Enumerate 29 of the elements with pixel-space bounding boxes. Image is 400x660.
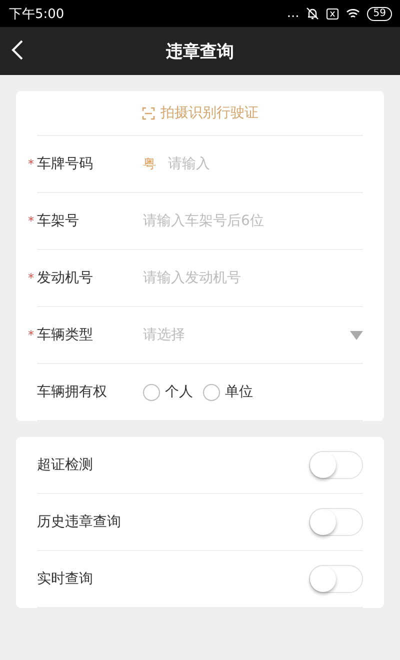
toggle-label: 实时查询 [37, 570, 93, 588]
toggle-label: 历史违章查询 [37, 513, 121, 531]
bell-off-icon [306, 7, 320, 20]
field-label: 车牌号码 [37, 155, 94, 173]
field-label: 发动机号 [37, 269, 94, 287]
page-title: 违章查询 [166, 40, 234, 62]
required-mark: * [28, 328, 34, 342]
field-label: 车架号 [37, 212, 80, 230]
toggle-switch[interactable] [309, 508, 363, 536]
status-time: 下午5:00 [9, 6, 64, 22]
wifi-icon [346, 8, 360, 19]
field-label: 车辆拥有权 [37, 383, 108, 401]
radio-option[interactable]: 个人 [143, 383, 193, 401]
required-mark: * [28, 157, 34, 171]
sim-icon [326, 8, 340, 20]
toggle-label: 超证检测 [37, 456, 93, 474]
required-mark: * [28, 214, 34, 228]
toggle-switch[interactable] [309, 451, 363, 479]
required-mark: * [28, 271, 34, 285]
scan-icon [142, 106, 154, 120]
toggle-switch[interactable] [309, 565, 363, 593]
province-prefix[interactable]: 粤 [143, 155, 156, 173]
battery-level: 59 [367, 6, 392, 20]
scan-license-button[interactable]: 拍摄识别行驶证 [37, 91, 363, 136]
select-field[interactable]: 请选择 [143, 326, 363, 344]
field-label: 车辆类型 [37, 326, 94, 344]
radio-option[interactable]: 单位 [203, 383, 253, 401]
dropdown-icon [350, 330, 363, 340]
status-dots: ... [286, 6, 300, 21]
